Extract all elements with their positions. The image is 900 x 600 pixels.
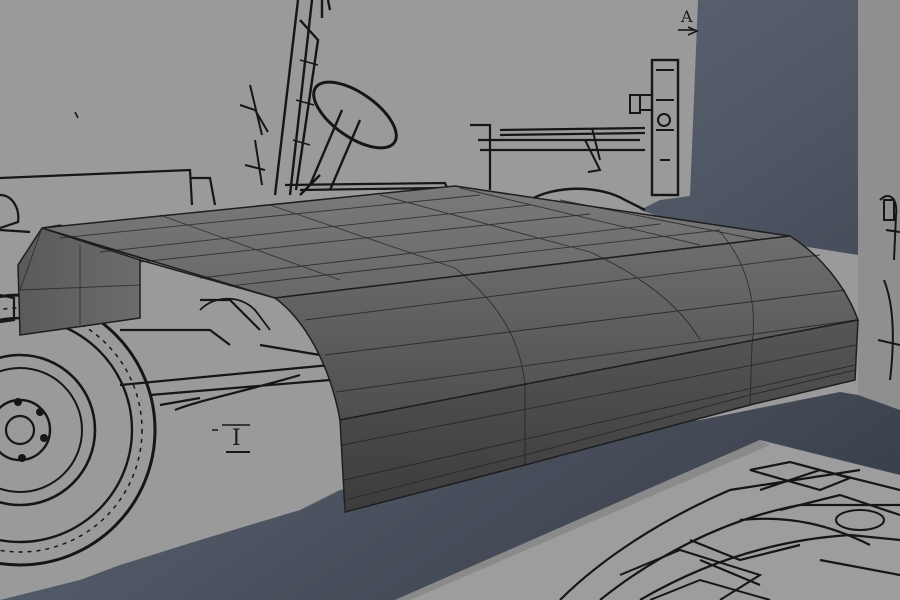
svg-text:I: I: [232, 426, 241, 451]
right-blueprint-plane[interactable]: [858, 0, 900, 410]
3d-viewport[interactable]: I A: [0, 0, 900, 600]
svg-text:A: A: [680, 7, 693, 26]
viewport-scene[interactable]: I A: [0, 0, 900, 600]
